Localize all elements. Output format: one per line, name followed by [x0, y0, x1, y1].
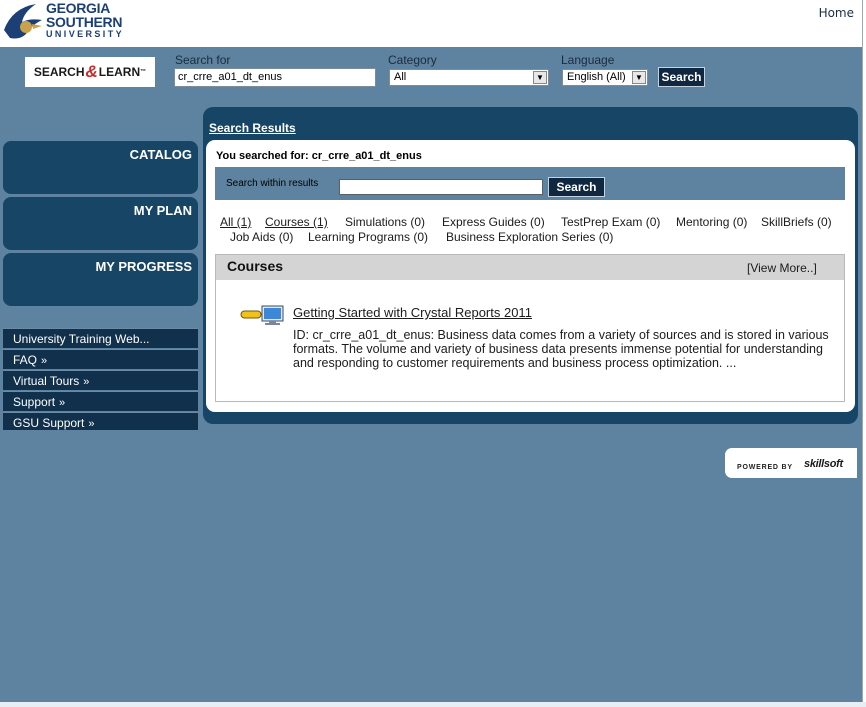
- course-type-icon: [240, 305, 284, 325]
- link-virtual-tours[interactable]: Virtual Tours»: [3, 370, 198, 390]
- double-chevron-icon: »: [41, 355, 48, 367]
- chevron-down-icon: ▼: [533, 71, 547, 84]
- tab-job-aids[interactable]: Job Aids (0): [230, 230, 293, 244]
- gsu-logo[interactable]: GEORGIA SOUTHERN UNIVERSITY: [2, 0, 127, 42]
- tab-simulations[interactable]: Simulations (0): [345, 215, 425, 229]
- logo-tm: ™: [140, 69, 147, 75]
- nav-my-plan[interactable]: MY PLAN: [3, 197, 198, 250]
- double-chevron-icon: »: [59, 397, 66, 409]
- search-and-learn-logo[interactable]: SEARCH & LEARN ™: [25, 57, 155, 87]
- bottom-strip: [0, 702, 866, 707]
- link-faq[interactable]: FAQ»: [3, 349, 198, 369]
- search-for-label: Search for: [175, 53, 231, 67]
- link-university-training[interactable]: University Training Web...: [3, 328, 198, 348]
- tab-testprep-exam[interactable]: TestPrep Exam (0): [561, 215, 660, 229]
- tab-mentoring[interactable]: Mentoring (0): [676, 215, 747, 229]
- course-title-link[interactable]: Getting Started with Crystal Reports 201…: [293, 305, 532, 320]
- search-button[interactable]: Search: [658, 67, 705, 87]
- logo-line-1: GEORGIA: [46, 0, 111, 16]
- double-chevron-icon: »: [88, 418, 95, 430]
- header: [0, 0, 862, 47]
- tab-skillbriefs[interactable]: SkillBriefs (0): [761, 215, 832, 229]
- skillsoft-logo: skillsoft: [804, 458, 843, 470]
- tab-business-exploration[interactable]: Business Exploration Series (0): [446, 230, 613, 244]
- search-input[interactable]: cr_crre_a01_dt_enus: [174, 68, 376, 87]
- language-value: English (All): [567, 71, 626, 83]
- nav-catalog[interactable]: CATALOG: [3, 141, 198, 194]
- search-within-input[interactable]: [339, 179, 543, 195]
- nav-my-progress[interactable]: MY PROGRESS: [3, 253, 198, 306]
- powered-by-text: POWERED BY: [737, 464, 793, 471]
- link-gsu-support[interactable]: GSU Support»: [3, 412, 198, 430]
- search-results-title[interactable]: Search Results: [209, 121, 296, 135]
- search-within-label: Search within results: [226, 178, 319, 189]
- eagle-icon: [4, 4, 42, 39]
- link-label: FAQ: [13, 353, 38, 367]
- link-label: GSU Support: [13, 416, 85, 430]
- tab-all[interactable]: All (1): [220, 215, 251, 229]
- search-within-button[interactable]: Search: [548, 177, 605, 197]
- logo-learn-text: LEARN: [98, 65, 141, 79]
- tab-courses[interactable]: Courses (1): [265, 215, 328, 229]
- powered-by-skillsoft: POWERED BY skillsoft: [725, 448, 857, 478]
- link-support[interactable]: Support»: [3, 391, 198, 411]
- tab-express-guides[interactable]: Express Guides (0): [442, 215, 545, 229]
- language-select[interactable]: English (All) ▼: [562, 69, 648, 86]
- tab-learning-programs[interactable]: Learning Programs (0): [308, 230, 428, 244]
- link-label: Virtual Tours: [13, 374, 80, 388]
- chevron-down-icon: ▼: [632, 71, 646, 84]
- course-description: ID: cr_crre_a01_dt_enus: Business data c…: [293, 328, 829, 370]
- category-label: Category: [388, 53, 437, 67]
- logo-amp: &: [85, 62, 98, 81]
- double-chevron-icon: »: [83, 376, 90, 388]
- view-more-link[interactable]: [View More..]: [747, 261, 817, 275]
- logo-search-text: SEARCH: [33, 65, 85, 79]
- you-searched-for: You searched for: cr_crre_a01_dt_enus: [216, 150, 422, 162]
- category-value: All: [394, 71, 407, 83]
- logo-line-3: UNIVERSITY: [46, 29, 125, 39]
- courses-heading: Courses: [227, 258, 284, 274]
- home-link[interactable]: Home: [819, 6, 854, 20]
- logo-line-2: SOUTHERN: [46, 14, 123, 30]
- language-label: Language: [561, 53, 615, 67]
- category-select[interactable]: All ▼: [389, 69, 549, 86]
- link-label: University Training Web...: [13, 332, 150, 346]
- window-edge: [862, 0, 866, 707]
- link-label: Support: [13, 395, 56, 409]
